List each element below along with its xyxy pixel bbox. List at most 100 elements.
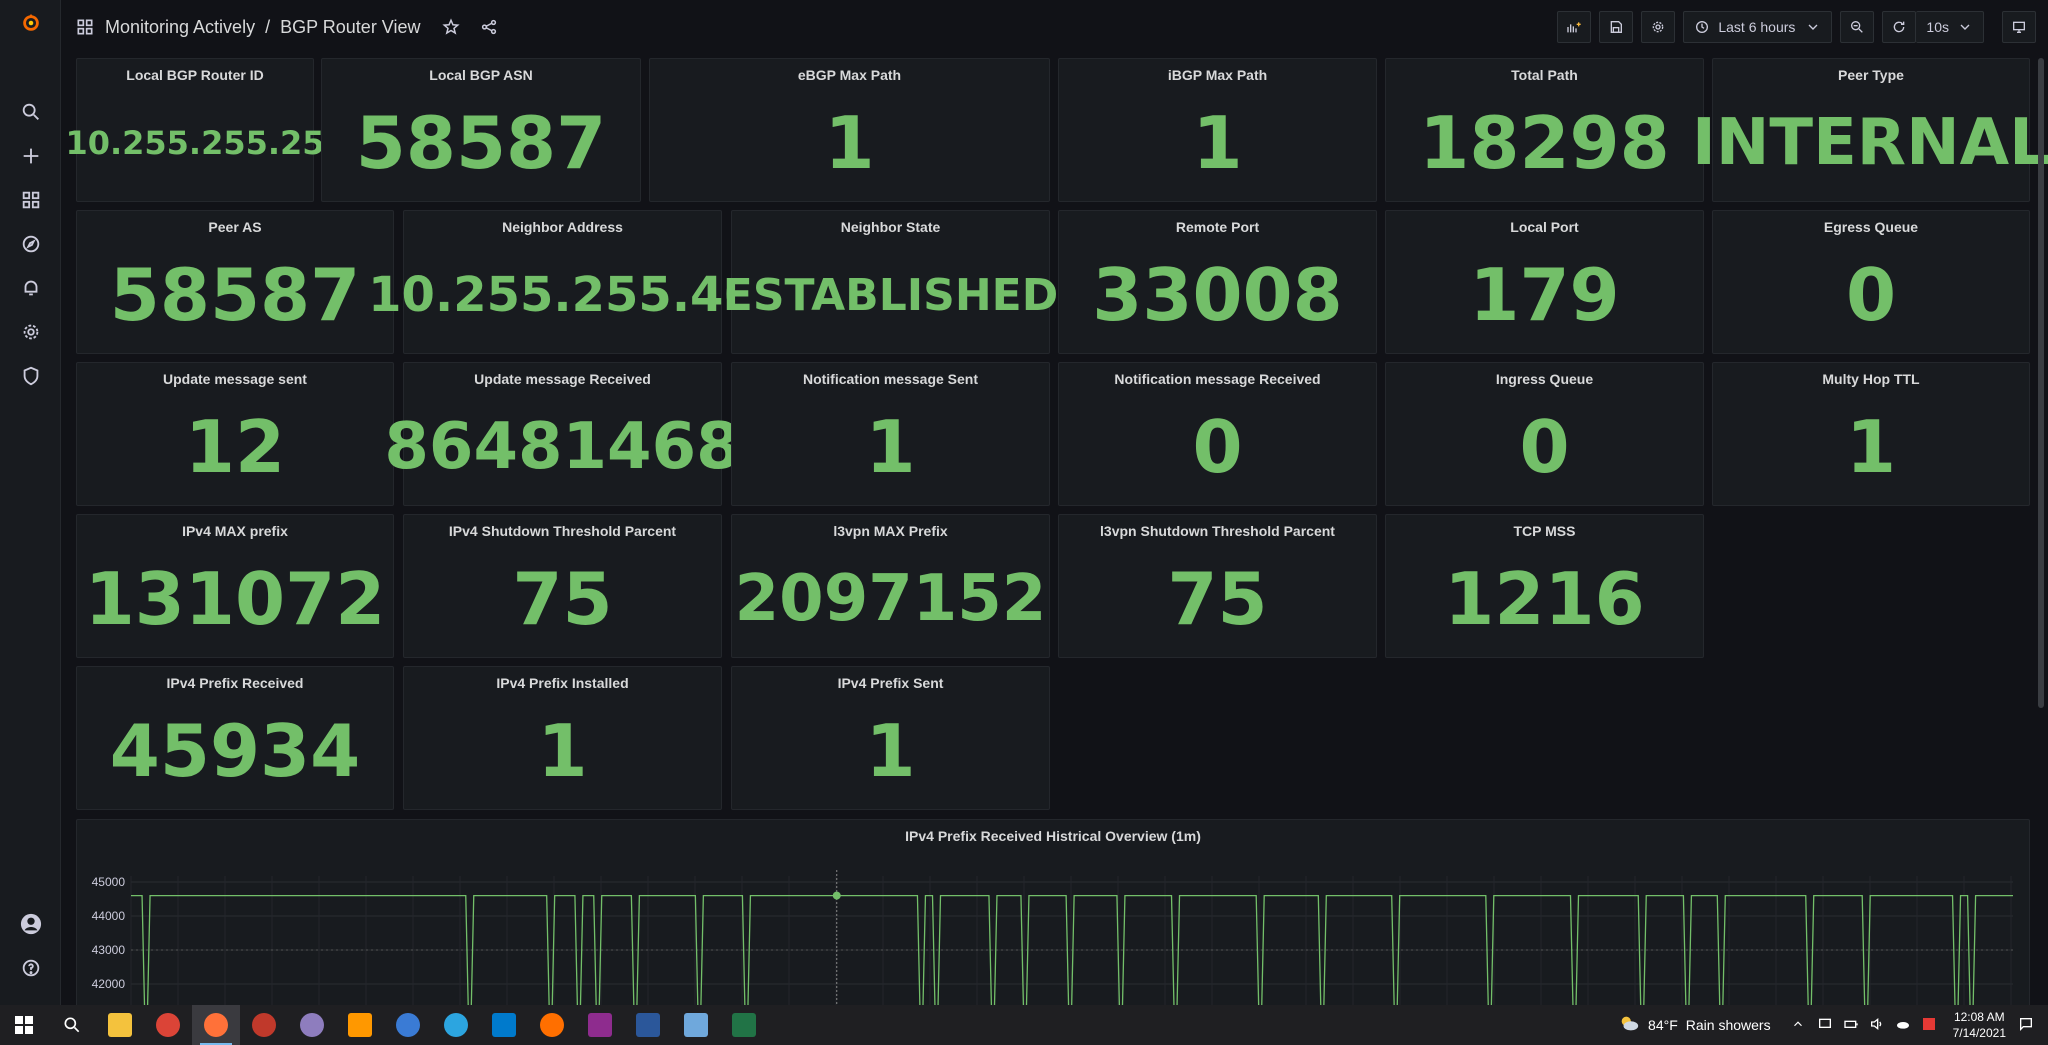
stat-panel-title[interactable]: Update message sent bbox=[77, 371, 393, 387]
tray-chevron-up-icon[interactable] bbox=[1791, 1017, 1805, 1034]
weather-temp[interactable]: 84°F bbox=[1648, 1017, 1678, 1033]
battery-icon[interactable] bbox=[1843, 1016, 1859, 1035]
stat-panel[interactable]: Update message Received 86481468 bbox=[384, 362, 741, 506]
stat-panel-title[interactable]: TCP MSS bbox=[1386, 523, 1703, 539]
stat-panel-title[interactable]: Neighbor Address bbox=[404, 219, 721, 235]
stat-panel[interactable]: Local BGP Router ID 10.255.255.25 bbox=[65, 58, 325, 202]
stat-panel[interactable]: IPv4 MAX prefix 131072 bbox=[76, 514, 394, 658]
stat-panel-title[interactable]: Peer Type bbox=[1713, 67, 2029, 83]
stat-panel[interactable]: IPv4 Prefix Sent 1 bbox=[731, 666, 1050, 810]
stat-panel-title[interactable]: Local Port bbox=[1386, 219, 1703, 235]
tray-app-icon[interactable] bbox=[1817, 1016, 1833, 1035]
refresh-interval-dropdown[interactable]: 10s bbox=[1916, 11, 1984, 43]
stat-panel-title[interactable]: Peer AS bbox=[77, 219, 393, 235]
stat-panel[interactable]: Local Port 179 bbox=[1385, 210, 1704, 354]
stat-panel-title[interactable]: l3vpn Shutdown Threshold Parcent bbox=[1059, 523, 1376, 539]
zoom-out-time-button[interactable] bbox=[1840, 11, 1875, 43]
weather-text[interactable]: Rain showers bbox=[1686, 1017, 1771, 1033]
stat-panel[interactable]: eBGP Max Path 1 bbox=[649, 58, 1050, 202]
stat-panel-title[interactable]: IPv4 Prefix Received bbox=[77, 675, 393, 691]
taskbar-search-icon[interactable] bbox=[48, 1005, 96, 1045]
stat-panel[interactable]: Multy Hop TTL 1 bbox=[1712, 362, 2030, 506]
app-orange-icon[interactable] bbox=[528, 1005, 576, 1045]
stat-panel-title[interactable]: IPv4 Prefix Installed bbox=[404, 675, 721, 691]
stat-panel[interactable]: IPv4 Prefix Received 45934 bbox=[76, 666, 394, 810]
stat-panel[interactable]: Neighbor Address 10.255.255.46 bbox=[368, 210, 757, 354]
explore-compass-icon[interactable] bbox=[0, 224, 61, 264]
file-explorer-icon[interactable] bbox=[96, 1005, 144, 1045]
stat-panel[interactable]: TCP MSS 1216 bbox=[1385, 514, 1704, 658]
stat-panel-title[interactable]: IPv4 Prefix Sent bbox=[732, 675, 1049, 691]
pdf-app-icon[interactable] bbox=[576, 1005, 624, 1045]
stat-panel-title[interactable]: Neighbor State bbox=[732, 219, 1049, 235]
stat-panel[interactable]: IPv4 Shutdown Threshold Parcent 75 bbox=[403, 514, 722, 658]
stat-panel-title[interactable]: IPv4 MAX prefix bbox=[77, 523, 393, 539]
stat-panel-title[interactable]: Notification message Received bbox=[1059, 371, 1376, 387]
stat-panel-title[interactable]: Multy Hop TTL bbox=[1713, 371, 2029, 387]
stat-panel[interactable]: l3vpn MAX Prefix 2097152 bbox=[731, 514, 1050, 658]
stat-panel[interactable]: IPv4 Prefix Installed 1 bbox=[403, 666, 722, 810]
app-red-icon[interactable] bbox=[240, 1005, 288, 1045]
windows-start-icon[interactable] bbox=[0, 1005, 48, 1045]
configuration-gear-icon[interactable] bbox=[0, 312, 61, 352]
time-range-picker[interactable]: Last 6 hours bbox=[1683, 11, 1833, 43]
stat-panel-title[interactable]: Notification message Sent bbox=[732, 371, 1049, 387]
stat-panel-title[interactable]: IPv4 Shutdown Threshold Parcent bbox=[404, 523, 721, 539]
stat-panel[interactable]: iBGP Max Path 1 bbox=[1058, 58, 1377, 202]
stat-panel-title[interactable]: l3vpn MAX Prefix bbox=[732, 523, 1049, 539]
weather-icon[interactable] bbox=[1618, 1013, 1640, 1038]
taskbar-clock[interactable]: 12:08 AM 7/14/2021 bbox=[1953, 1009, 2006, 1041]
stat-panel[interactable]: Notification message Sent 1 bbox=[731, 362, 1050, 506]
cycle-view-mode-button[interactable] bbox=[2002, 11, 2036, 43]
stat-panel[interactable]: Peer Type INTERNAL bbox=[1692, 58, 2048, 202]
vscode-icon[interactable] bbox=[480, 1005, 528, 1045]
stat-panel[interactable]: Notification message Received 0 bbox=[1058, 362, 1377, 506]
add-panel-button[interactable] bbox=[1557, 11, 1592, 43]
stat-panel-title[interactable]: Update message Received bbox=[404, 371, 721, 387]
stat-panel-title[interactable]: Ingress Queue bbox=[1386, 371, 1703, 387]
search-icon[interactable] bbox=[0, 92, 61, 132]
stat-panel-title[interactable]: iBGP Max Path bbox=[1059, 67, 1376, 83]
user-avatar[interactable] bbox=[0, 904, 61, 944]
stat-panel-title[interactable]: Local BGP ASN bbox=[322, 67, 640, 83]
graph-panel[interactable]: IPv4 Prefix Received Histrical Overview … bbox=[76, 819, 2030, 1020]
tray-red-app-icon[interactable] bbox=[1921, 1016, 1937, 1035]
notifications-icon[interactable] bbox=[2018, 1016, 2034, 1035]
word-icon[interactable] bbox=[624, 1005, 672, 1045]
dashboards-grid-icon[interactable] bbox=[0, 180, 61, 220]
page-scrollbar[interactable] bbox=[2038, 58, 2044, 708]
stat-panel[interactable]: Update message sent 12 bbox=[76, 362, 394, 506]
grafana-logo-icon[interactable] bbox=[0, 2, 61, 44]
stat-panel[interactable]: Remote Port 33008 bbox=[1058, 210, 1377, 354]
help-question-icon[interactable] bbox=[0, 948, 61, 988]
create-plus-icon[interactable] bbox=[0, 136, 61, 176]
stat-panel[interactable]: l3vpn Shutdown Threshold Parcent 75 bbox=[1058, 514, 1377, 658]
app-paint-icon[interactable] bbox=[288, 1005, 336, 1045]
breadcrumb-dashboard-title[interactable]: BGP Router View bbox=[280, 17, 420, 38]
firefox-icon[interactable] bbox=[192, 1005, 240, 1045]
chrome-icon[interactable] bbox=[144, 1005, 192, 1045]
stat-panel[interactable]: Egress Queue 0 bbox=[1712, 210, 2030, 354]
save-dashboard-button[interactable] bbox=[1599, 11, 1634, 43]
stat-panel[interactable]: Ingress Queue 0 bbox=[1385, 362, 1704, 506]
hover-point[interactable] bbox=[832, 891, 841, 900]
stat-panel[interactable]: Neighbor State ESTABLISHED bbox=[723, 210, 1058, 354]
dashboard-settings-button[interactable] bbox=[1641, 11, 1676, 43]
stat-panel-title[interactable]: Egress Queue bbox=[1713, 219, 2029, 235]
stat-panel-title[interactable]: Total Path bbox=[1386, 67, 1703, 83]
excel-icon[interactable] bbox=[720, 1005, 768, 1045]
notepad-icon[interactable] bbox=[672, 1005, 720, 1045]
stat-panel-title[interactable]: Local BGP Router ID bbox=[77, 67, 313, 83]
stat-panel[interactable]: Local BGP ASN 58587 bbox=[321, 58, 641, 202]
stat-panel[interactable]: Peer AS 58587 bbox=[76, 210, 394, 354]
sublime-text-icon[interactable] bbox=[336, 1005, 384, 1045]
onedrive-cloud-icon[interactable] bbox=[1895, 1016, 1911, 1035]
server-admin-shield-icon[interactable] bbox=[0, 356, 61, 396]
telegram-icon[interactable] bbox=[432, 1005, 480, 1045]
share-icon[interactable] bbox=[475, 13, 503, 41]
volume-icon[interactable] bbox=[1869, 1016, 1885, 1035]
wireshark-icon[interactable] bbox=[384, 1005, 432, 1045]
stat-panel[interactable]: Total Path 18298 bbox=[1385, 58, 1704, 202]
alerting-bell-icon[interactable] bbox=[0, 268, 61, 308]
stat-panel-title[interactable]: Remote Port bbox=[1059, 219, 1376, 235]
